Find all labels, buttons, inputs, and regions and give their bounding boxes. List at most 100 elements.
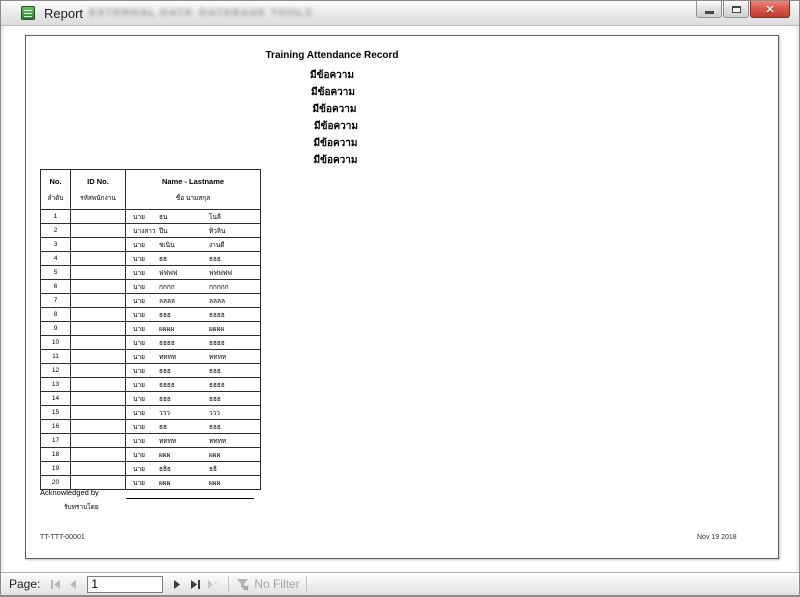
- message-line: มีข้อความ: [182, 67, 482, 84]
- cell-name-title: นาย: [133, 324, 145, 334]
- cell-name-title: นาย: [133, 296, 145, 306]
- no-filter-label: No Filter: [254, 577, 299, 591]
- cell-id: [71, 266, 126, 280]
- acknowledged-by-label-thai: รับทราบโดย: [64, 502, 99, 512]
- table-row: 17 นาย ทททท ทททท: [41, 434, 261, 448]
- table-row: 19 นาย ธธิธ ธธิ: [41, 462, 261, 476]
- table-row: 16 นาย ธธ ธธธ: [41, 420, 261, 434]
- no-filter-icon: [235, 578, 250, 591]
- cell-no: 7: [41, 294, 71, 308]
- cell-name: นาย ธธธ ธธธ: [126, 364, 261, 378]
- cell-name-last: ธธิ: [209, 464, 217, 474]
- acknowledged-by-label: Acknowledged by: [40, 488, 99, 497]
- cell-id: [71, 434, 126, 448]
- last-page-button[interactable]: [187, 576, 203, 592]
- cell-name-first: ธธธ: [159, 310, 171, 320]
- cell-name-last: ธธธ: [209, 422, 221, 432]
- attendance-table: No. ลำดับ ID No. รหัสพนักงาน Name - Last…: [40, 169, 261, 490]
- cell-name-title: นางสาว: [133, 226, 156, 236]
- cell-name-title: นาย: [133, 282, 145, 292]
- cell-name-first: กกกก: [159, 282, 175, 292]
- cell-no: 10: [41, 336, 71, 350]
- cell-name-title: นาย: [133, 212, 145, 222]
- cell-name-title: นาย: [133, 408, 145, 418]
- cell-name-first: ธธ: [159, 422, 167, 432]
- cell-id: [71, 224, 126, 238]
- separator: [306, 576, 307, 593]
- cell-name-first: ธธิธ: [159, 464, 171, 474]
- cell-no: 14: [41, 392, 71, 406]
- cell-id: [71, 378, 126, 392]
- close-button[interactable]: ✕: [750, 1, 790, 18]
- minimize-button[interactable]: [696, 1, 722, 18]
- report-date: Nov 19 2018: [697, 534, 737, 541]
- table-row: 10 นาย ธธธธ ธธธธ: [41, 336, 261, 350]
- table-row: 18 นาย ผผผ ผผผ: [41, 448, 261, 462]
- cell-name: นาย กกกก กกกกก: [126, 280, 261, 294]
- maximize-icon: [732, 6, 741, 13]
- cell-name-last: ธธธธ: [209, 380, 225, 390]
- first-page-button[interactable]: [47, 576, 63, 592]
- cell-name: นาย ธน โนลี: [126, 210, 261, 224]
- cell-name: นาย ธธิธ ธธิ: [126, 462, 261, 476]
- cell-no: 13: [41, 378, 71, 392]
- cell-name-first: ธน: [159, 212, 167, 222]
- cell-name-title: นาย: [133, 268, 145, 278]
- cell-id: [71, 280, 126, 294]
- cell-id: [71, 294, 126, 308]
- table-row: 6 นาย กกกก กกกกก: [41, 280, 261, 294]
- table-row: 11 นาย ทททท ทททท: [41, 350, 261, 364]
- cell-name-first: ธธธธ: [159, 380, 175, 390]
- cell-name-last: ธธธ: [209, 394, 221, 404]
- header-id-en: ID No.: [71, 177, 125, 186]
- page-number-input[interactable]: [87, 576, 163, 593]
- cell-id: [71, 322, 126, 336]
- maximize-button[interactable]: [723, 1, 749, 18]
- message-line: มีข้อความ: [190, 118, 482, 135]
- cell-name-last: กกกกก: [209, 282, 229, 292]
- next-page-button[interactable]: [169, 576, 185, 592]
- cell-name-first: ธธธธ: [159, 338, 175, 348]
- cell-name: นาย ธธธธ ธธธธ: [126, 336, 261, 350]
- header-no-th: ลำดับ: [41, 193, 70, 203]
- cell-id: [71, 448, 126, 462]
- cell-id: [71, 252, 126, 266]
- minimize-icon: [705, 11, 714, 14]
- cell-name-last: ธธธธ: [209, 310, 225, 320]
- cell-name: นาย ธธ ธธธ: [126, 252, 261, 266]
- cell-name: นาย ทททท ทททท: [126, 350, 261, 364]
- cell-name-last: ทิวลิน: [209, 226, 225, 236]
- cell-name: นาย ฟฟฟฟ ฟฟฟฟฟ: [126, 266, 261, 280]
- header-name: Name - Lastname ชื่อ นามสกุล: [126, 170, 261, 210]
- cell-name-first: ผผผ: [159, 478, 170, 488]
- cell-name-first: ผผผผ: [159, 324, 174, 334]
- cell-name-first: ธธ: [159, 254, 167, 264]
- cell-name: นาย ธธ ธธธ: [126, 420, 261, 434]
- header-id: ID No. รหัสพนักงาน: [71, 170, 126, 210]
- cell-name-first: ทททท: [159, 352, 176, 362]
- cell-name-last: ผผผผ: [209, 324, 224, 334]
- cell-no: 16: [41, 420, 71, 434]
- table-row: 15 นาย ววว ววว: [41, 406, 261, 420]
- previous-page-icon: [69, 580, 77, 589]
- cell-name-last: ผผผ: [209, 450, 220, 460]
- cell-name: นาย ลลลล ลลลล: [126, 294, 261, 308]
- cell-name: นาย ผผผ ผผผ: [126, 448, 261, 462]
- next-page-icon: [173, 580, 181, 589]
- cell-no: 2: [41, 224, 71, 238]
- cell-name-title: นาย: [133, 464, 145, 474]
- cell-name: นางสาว ปีน ทิวลิน: [126, 224, 261, 238]
- table-row: 8 นาย ธธธ ธธธธ: [41, 308, 261, 322]
- header-name-en: Name - Lastname: [126, 177, 260, 186]
- previous-page-button[interactable]: [65, 576, 81, 592]
- cell-name-last: งานดี: [209, 240, 225, 250]
- cell-no: 18: [41, 448, 71, 462]
- filter-status[interactable]: No Filter: [235, 577, 299, 591]
- cell-id: [71, 420, 126, 434]
- cell-name-last: ทททท: [209, 352, 226, 362]
- new-record-button[interactable]: *: [205, 576, 221, 592]
- cell-name: นาย ววว ววว: [126, 406, 261, 420]
- cell-name-first: ลลลล: [159, 296, 175, 306]
- header-id-th: รหัสพนักงาน: [71, 193, 125, 203]
- table-row: 1 นาย ธน โนลี: [41, 210, 261, 224]
